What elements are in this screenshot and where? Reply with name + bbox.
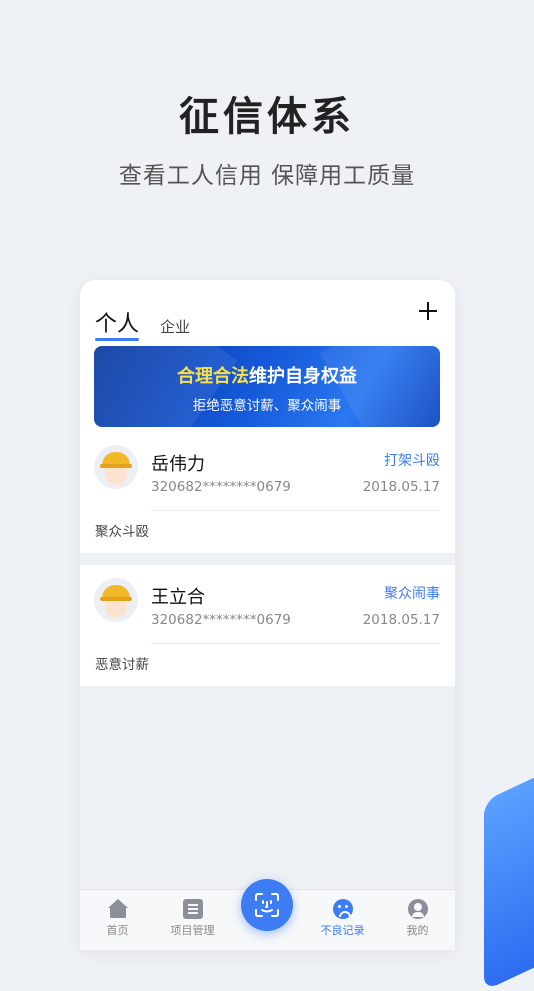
phone-screen: 个人 企业 合理合法维护自身权益 拒绝恶意讨薪、聚众闹事 岳伟力 320682*… — [80, 280, 455, 950]
list-icon — [182, 899, 203, 919]
plus-icon — [419, 302, 437, 320]
worker-name: 王立合 — [151, 587, 205, 608]
nav-item-projects[interactable]: 项目管理 — [155, 890, 230, 950]
record-date: 2018.05.17 — [362, 479, 440, 495]
face-scan-button[interactable] — [241, 879, 293, 931]
promo-banner[interactable]: 合理合法维护自身权益 拒绝恶意讨薪、聚众闹事 — [94, 346, 440, 427]
divider — [151, 643, 440, 644]
record-date: 2018.05.17 — [362, 612, 440, 628]
worker-name: 岳伟力 — [151, 454, 205, 475]
add-button[interactable] — [417, 298, 439, 328]
avatar — [94, 445, 138, 489]
sad-face-icon — [332, 899, 353, 919]
divider — [151, 510, 440, 511]
record-description: 聚众斗殴 — [95, 524, 149, 540]
worker-id-number: 320682********0679 — [151, 479, 291, 495]
record-tag[interactable]: 聚众闹事 — [384, 583, 440, 603]
avatar — [94, 578, 138, 622]
nav-label: 项目管理 — [170, 924, 215, 937]
tab-company[interactable]: 企业 — [160, 316, 190, 337]
hero-subtitle: 查看工人信用 保障用工质量 — [118, 163, 416, 189]
banner-title-rest: 维护自身权益 — [249, 366, 357, 387]
banner-subtitle: 拒绝恶意讨薪、聚众闹事 — [192, 398, 342, 414]
record-card[interactable]: 王立合 320682********0679 聚众闹事 2018.05.17 恶… — [80, 565, 455, 686]
banner-title: 合理合法维护自身权益 — [94, 362, 440, 388]
record-card[interactable]: 岳伟力 320682********0679 打架斗殴 2018.05.17 聚… — [80, 432, 455, 553]
nav-label: 首页 — [106, 924, 129, 937]
record-tag[interactable]: 打架斗殴 — [384, 450, 440, 470]
face-scan-icon — [255, 893, 279, 917]
home-icon — [107, 899, 128, 919]
tab-personal[interactable]: 个人 — [95, 306, 140, 341]
nav-item-home[interactable]: 首页 — [80, 890, 155, 950]
decorative-shape — [484, 759, 534, 991]
worker-id-number: 320682********0679 — [151, 612, 291, 628]
nav-label: 不良记录 — [320, 924, 365, 937]
user-icon — [407, 899, 428, 919]
record-description: 恶意讨薪 — [95, 657, 149, 673]
nav-label: 我的 — [406, 924, 429, 937]
hero-title: 征信体系 — [179, 94, 355, 140]
banner-title-highlight: 合理合法 — [177, 366, 249, 387]
nav-item-bad-records[interactable]: 不良记录 — [305, 890, 380, 950]
nav-item-mine[interactable]: 我的 — [380, 890, 455, 950]
